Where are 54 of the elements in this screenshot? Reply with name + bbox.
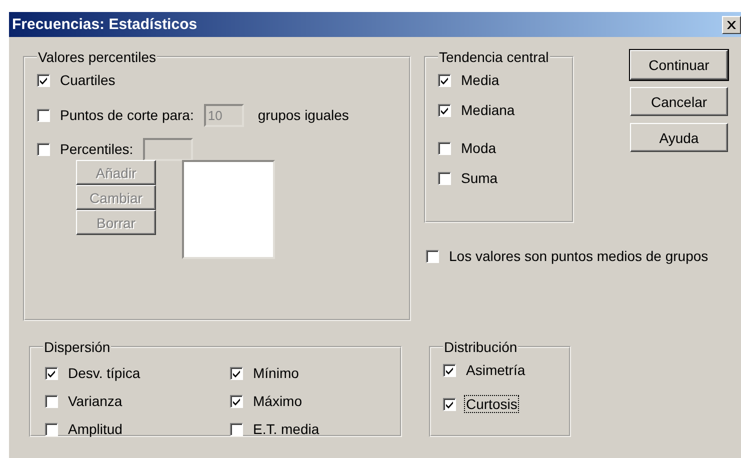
checkbox-label: Amplitud xyxy=(67,420,124,438)
checkbox-label: Los valores son puntos medios de grupos xyxy=(448,247,710,265)
close-button[interactable] xyxy=(722,16,741,34)
checkbox[interactable] xyxy=(438,172,451,184)
list-box[interactable] xyxy=(182,160,275,259)
checkbox-label: Suma xyxy=(460,169,499,187)
checkbox-label: grupos iguales xyxy=(258,107,349,123)
checkbox[interactable] xyxy=(37,108,50,122)
checkbox[interactable] xyxy=(426,250,439,262)
checkbox[interactable] xyxy=(37,142,50,156)
close-icon xyxy=(727,20,736,28)
checkbox[interactable] xyxy=(45,394,58,408)
checkbox-label: Moda xyxy=(460,139,498,157)
dialog-button[interactable]: Cancelar xyxy=(630,87,728,116)
window-title: Frecuencias: Estadísticos xyxy=(12,16,198,33)
checkbox-label: Desv. típica xyxy=(67,364,142,382)
check-icon xyxy=(39,76,48,84)
checkbox-label: Cuartiles xyxy=(59,71,116,89)
check-icon xyxy=(445,366,454,374)
checkbox[interactable] xyxy=(230,366,243,380)
check-icon xyxy=(47,368,56,378)
checkbox[interactable] xyxy=(230,394,243,408)
checkbox[interactable] xyxy=(438,74,451,86)
checkbox-label: Asimetría xyxy=(465,361,526,379)
checkbox[interactable] xyxy=(438,142,451,154)
checkbox[interactable] xyxy=(230,422,243,436)
input-field[interactable]: 10 xyxy=(204,104,244,126)
dialog-button[interactable]: Continuar xyxy=(630,50,728,80)
check-icon xyxy=(232,368,241,378)
check-icon xyxy=(445,400,454,408)
input-field[interactable] xyxy=(143,138,194,160)
group-title: Valores percentiles xyxy=(37,49,158,65)
check-icon xyxy=(232,396,241,406)
group-title: Tendencia central xyxy=(438,49,550,65)
dialog-button[interactable]: Ayuda xyxy=(630,123,728,152)
checkbox[interactable] xyxy=(37,74,50,86)
group-title: Dispersión xyxy=(43,339,112,355)
checkbox-label: Máximo xyxy=(252,392,304,410)
checkbox-label: Varianza xyxy=(67,392,124,410)
checkbox[interactable] xyxy=(438,104,451,116)
checkbox-label: Media xyxy=(460,71,500,89)
checkbox-label: Mediana xyxy=(460,101,516,119)
checkbox[interactable] xyxy=(443,364,456,376)
checkbox-label: Curtosis xyxy=(464,395,520,413)
check-icon xyxy=(440,106,449,114)
checkbox-label: Percentiles: xyxy=(59,140,134,158)
checkbox-label: Puntos de corte para: xyxy=(59,106,195,124)
check-icon xyxy=(440,76,449,84)
group-title: Distribución xyxy=(443,339,518,355)
checkbox-label: E.T. media xyxy=(252,420,320,438)
checkbox-label: Mínimo xyxy=(252,364,300,382)
checkbox[interactable] xyxy=(45,366,58,380)
checkbox[interactable] xyxy=(45,422,58,436)
checkbox[interactable] xyxy=(443,398,456,410)
